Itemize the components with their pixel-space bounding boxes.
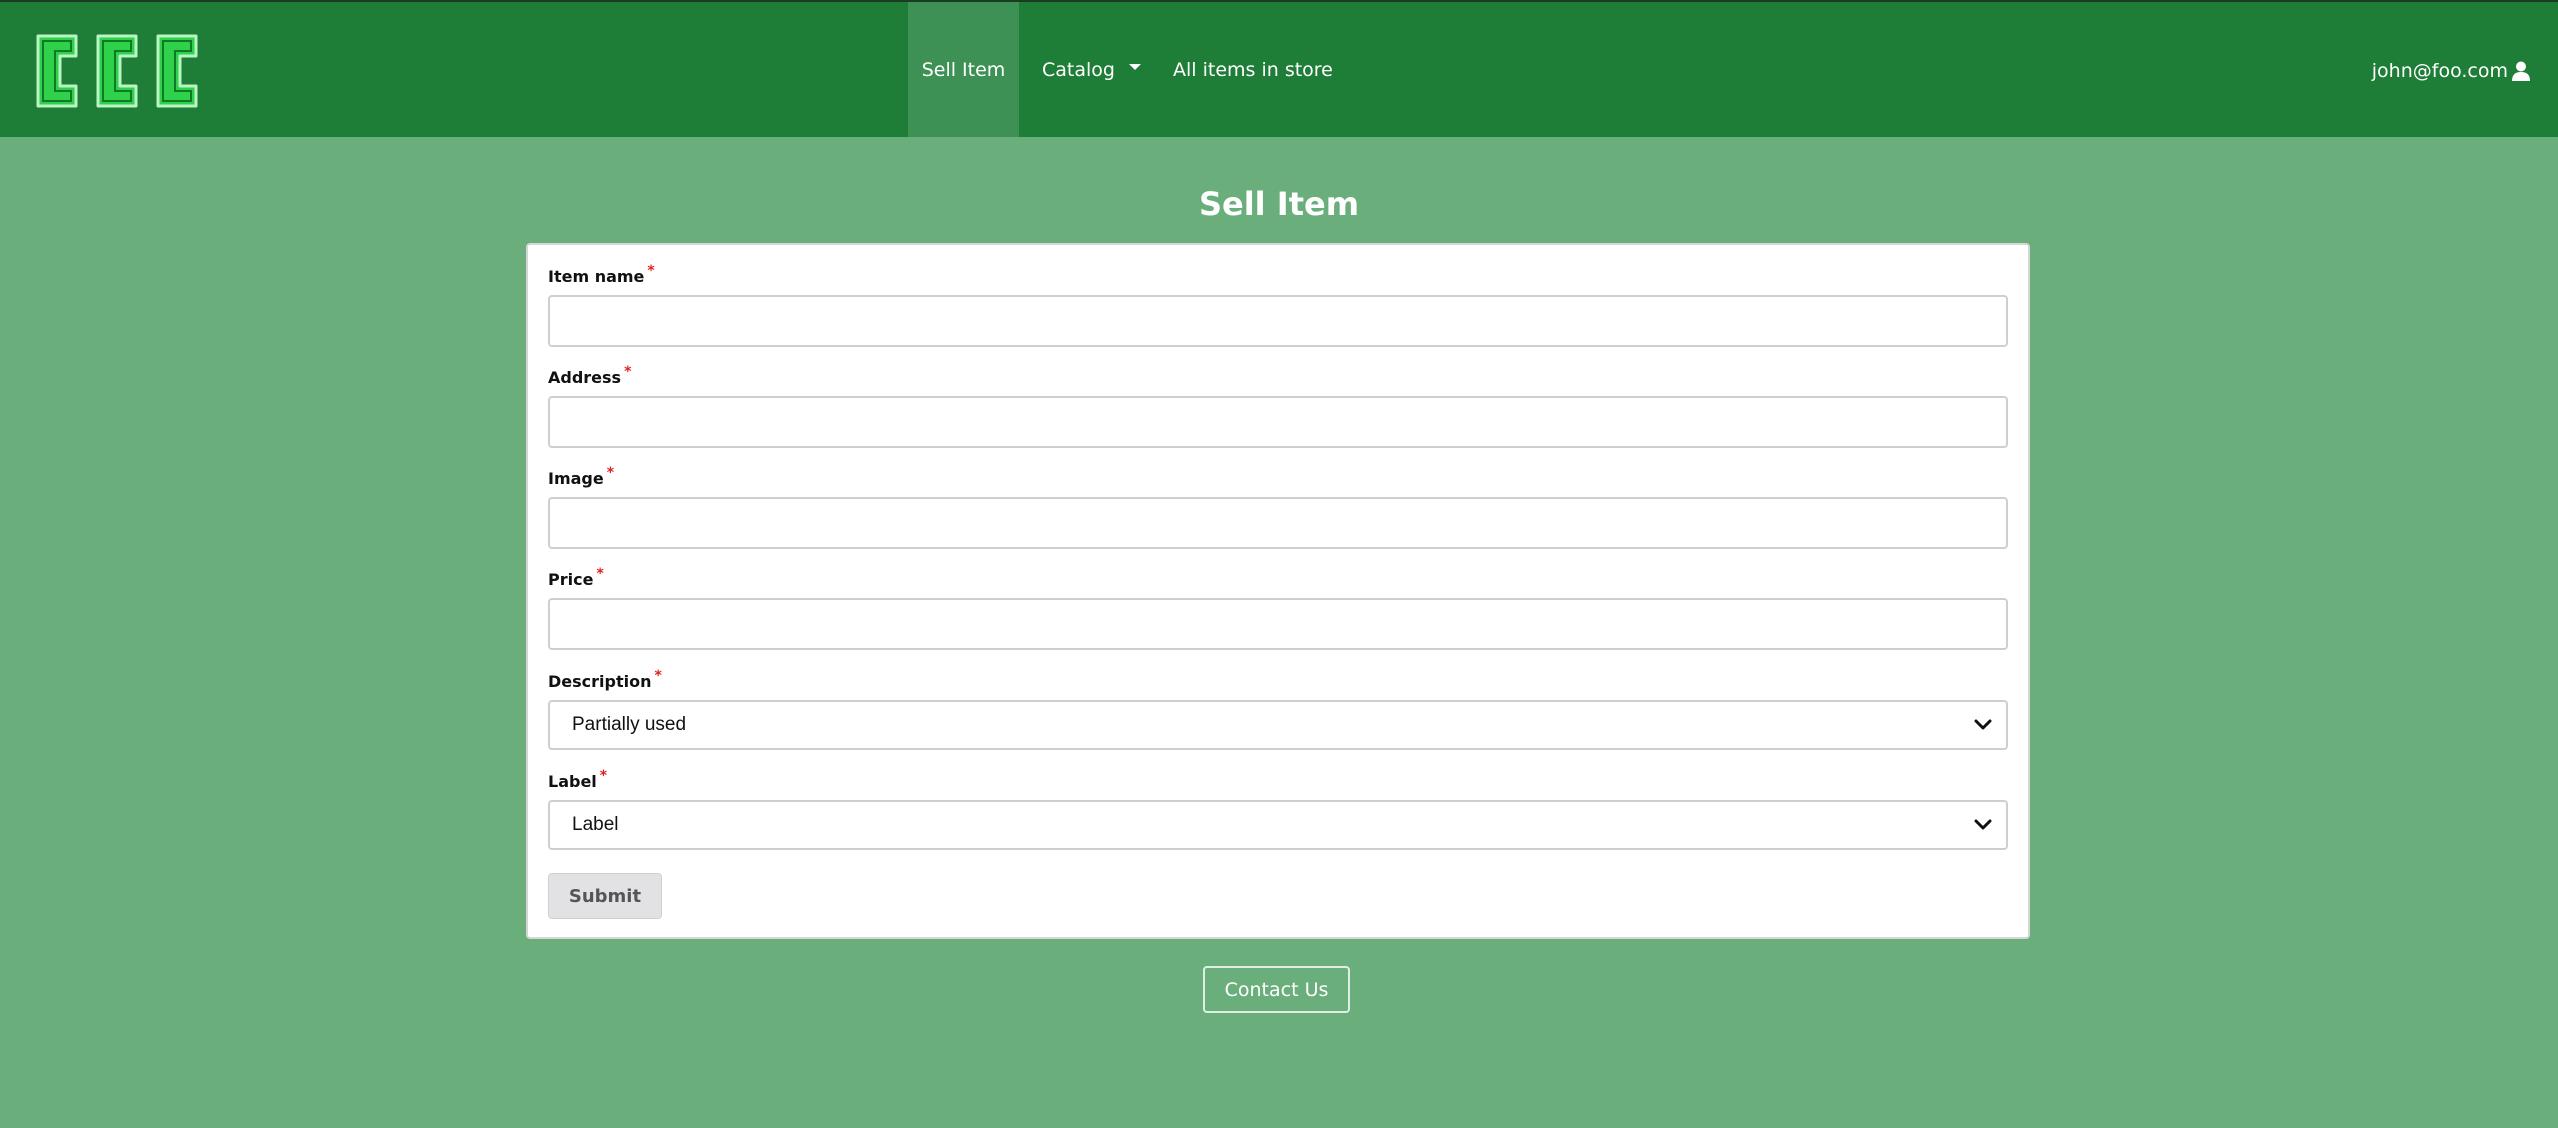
required-marker: *: [606, 465, 615, 481]
required-marker: *: [654, 668, 662, 684]
caret-down-icon: [1128, 63, 1141, 70]
contact-us-button[interactable]: Contact Us: [1203, 966, 1350, 1013]
image-group: Image *: [548, 465, 2008, 549]
item-name-input[interactable]: [548, 295, 2008, 347]
main-nav: Sell Item Catalog All items in store: [908, 2, 1333, 137]
item-name-label: Item name *: [548, 263, 655, 286]
address-input[interactable]: [548, 396, 2008, 448]
required-marker: *: [647, 263, 655, 279]
page-title: Sell Item: [1198, 185, 1360, 223]
top-navbar: Sell Item Catalog All items in store joh…: [0, 0, 2558, 137]
submit-button[interactable]: Submit: [548, 873, 662, 919]
required-marker: *: [624, 364, 632, 380]
chevron-down-icon: [1974, 719, 1992, 730]
nav-catalog-label: Catalog: [1042, 58, 1115, 81]
price-input[interactable]: [548, 598, 2008, 650]
user-menu[interactable]: john@foo.com: [2372, 2, 2530, 139]
ccc-logo[interactable]: [30, 30, 210, 112]
description-selected-value: Partially used: [572, 714, 687, 735]
required-marker: *: [599, 768, 608, 784]
required-marker: *: [596, 566, 604, 582]
nav-all-items-label: All items in store: [1173, 58, 1333, 81]
address-group: Address *: [548, 364, 2008, 448]
label-group: Label * Label: [548, 768, 2008, 850]
user-icon: [2512, 61, 2530, 81]
price-group: Price *: [548, 566, 2008, 650]
address-label: Address *: [548, 364, 632, 387]
nav-all-items[interactable]: All items in store: [1173, 2, 1333, 137]
price-label: Price *: [548, 566, 604, 589]
nav-catalog-dropdown[interactable]: Catalog: [908, 2, 1168, 137]
description-label: Description *: [548, 668, 662, 691]
label-selected-value: Label: [572, 814, 619, 835]
sell-item-form: Item name * Address * Image * Price * Descri…: [526, 243, 2030, 939]
description-select[interactable]: Partially used: [548, 700, 2008, 750]
user-email: john@foo.com: [2371, 59, 2508, 82]
chevron-down-icon: [1974, 819, 1992, 830]
description-group: Description * Partially used: [548, 668, 2008, 750]
image-label: Image *: [548, 465, 615, 488]
label-select[interactable]: Label: [548, 800, 2008, 850]
image-input[interactable]: [548, 497, 2008, 549]
item-name-group: Item name *: [548, 263, 2008, 347]
label-label: Label *: [548, 768, 608, 791]
